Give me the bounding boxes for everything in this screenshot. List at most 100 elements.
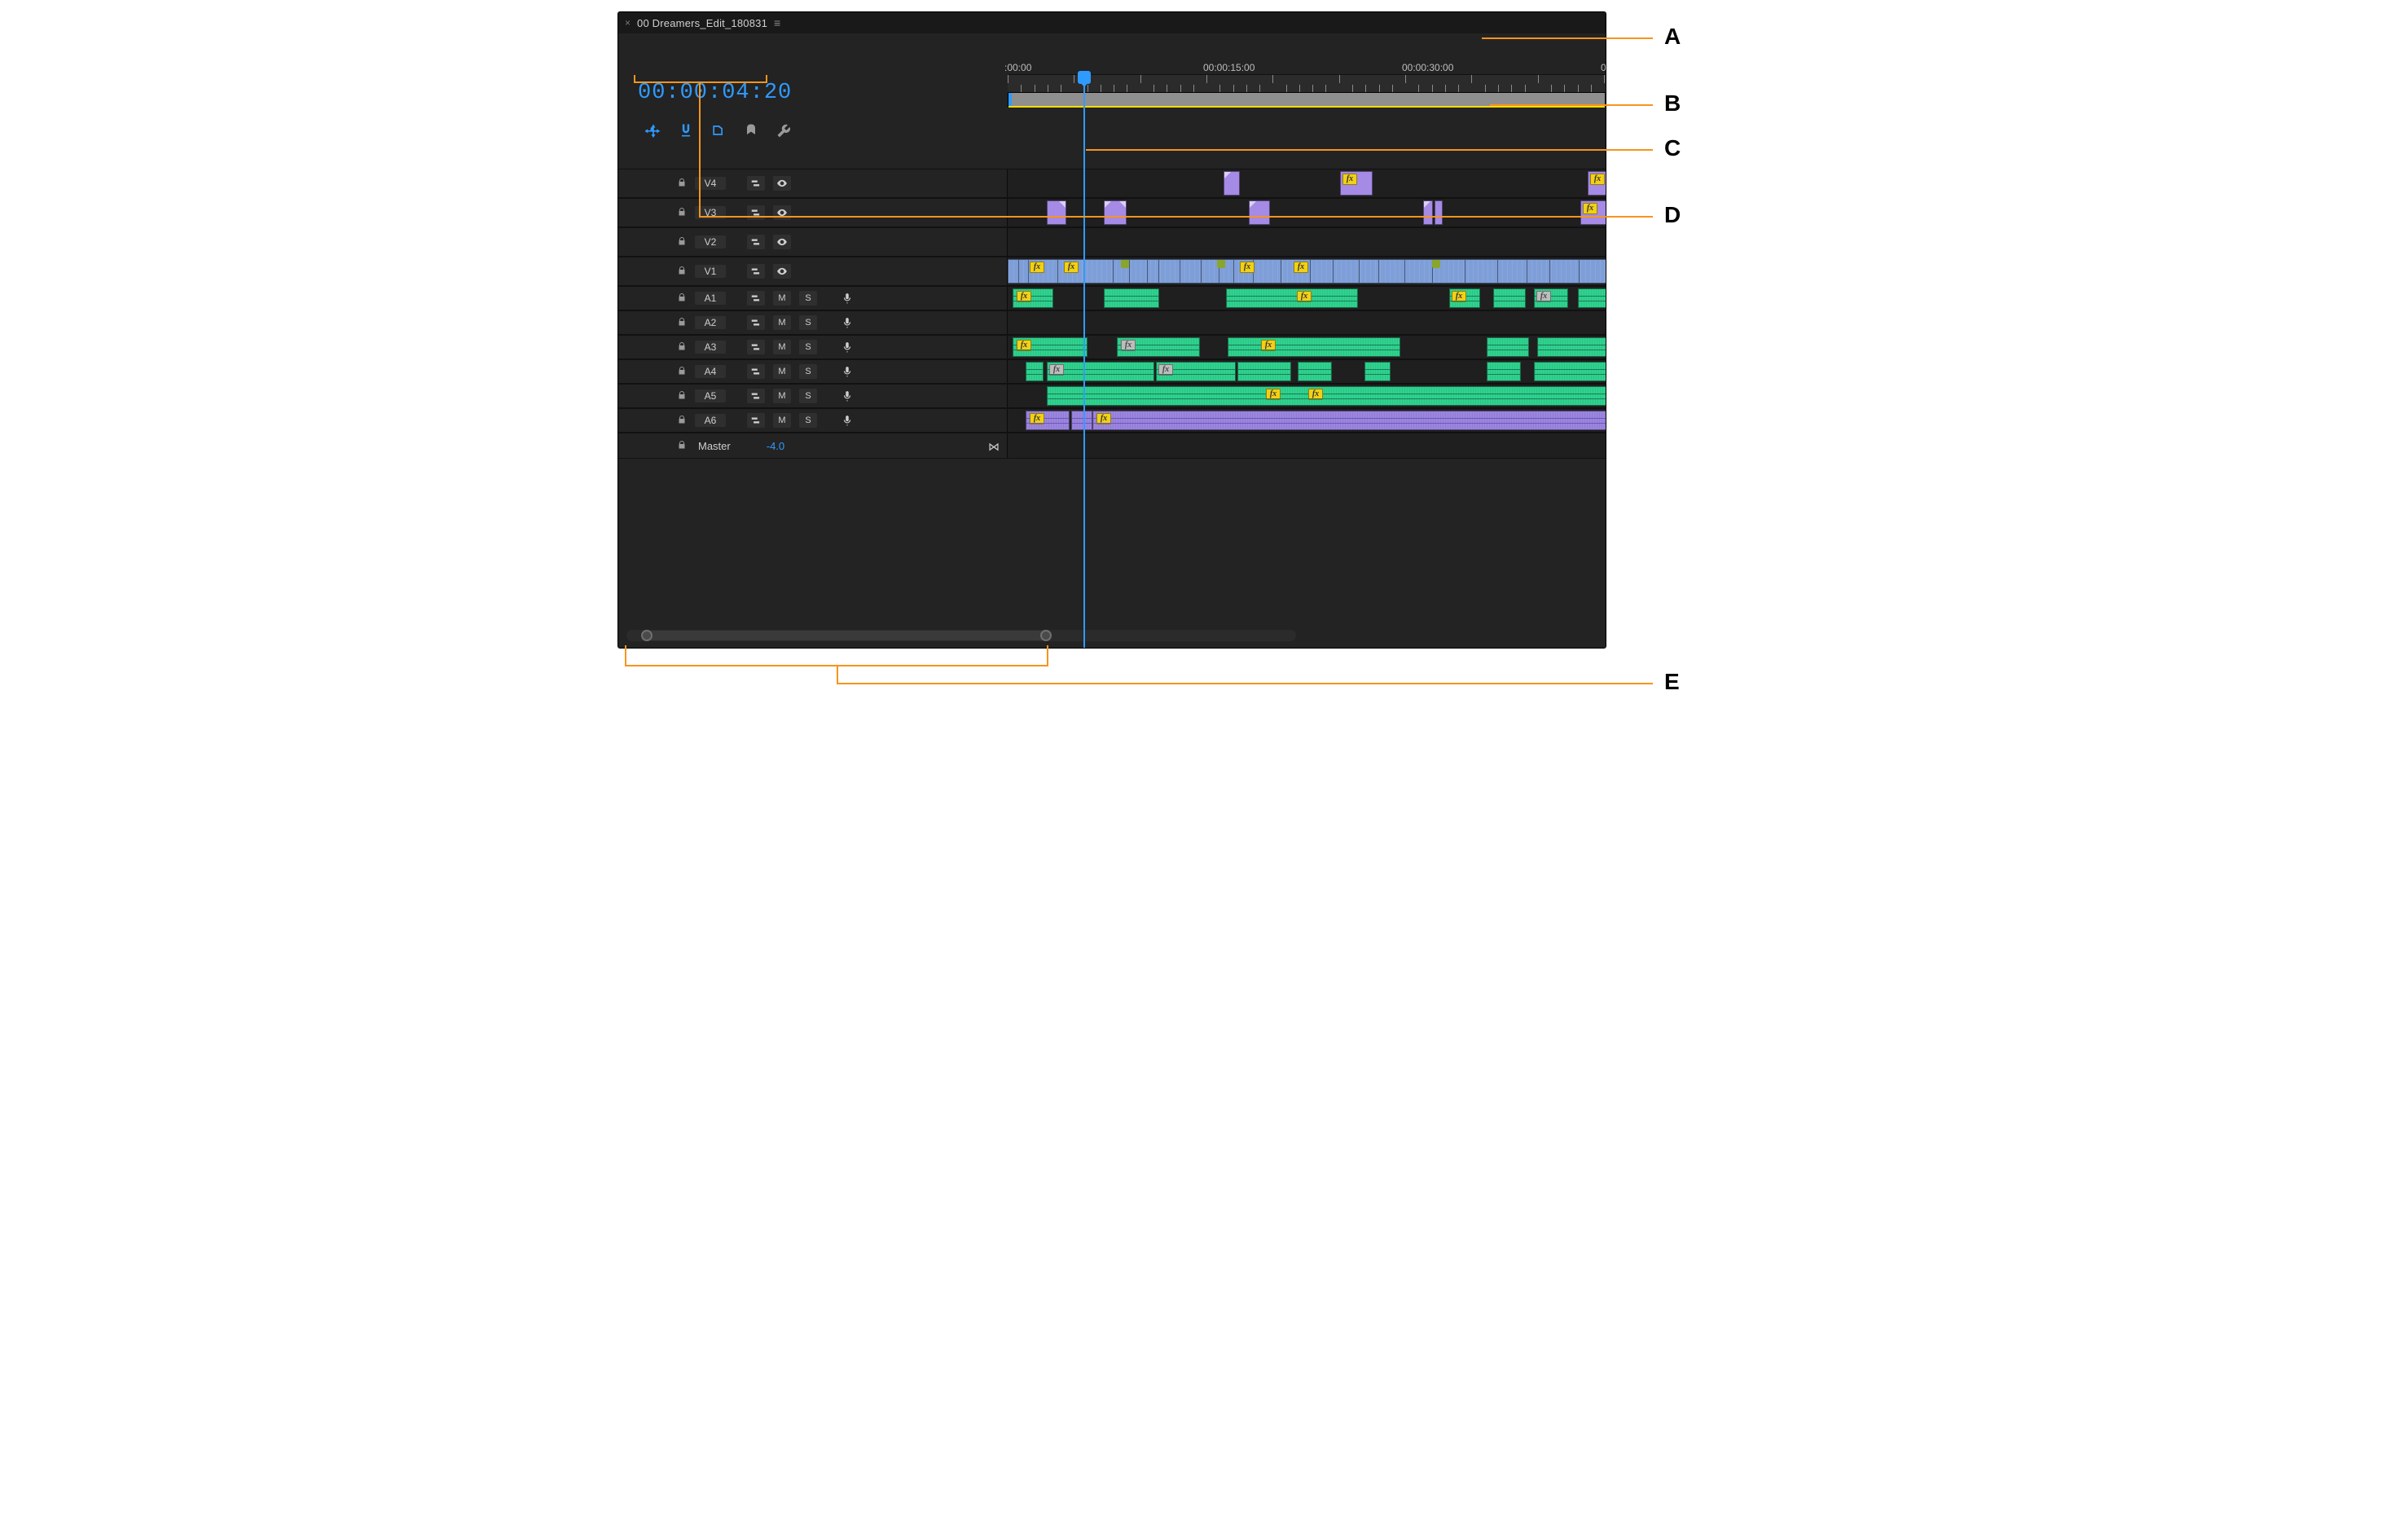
add-marker-icon[interactable] [742,121,760,139]
mute-button[interactable]: M [773,364,791,379]
lock-icon[interactable] [677,440,687,452]
solo-button[interactable]: S [799,291,817,306]
audio-clip[interactable] [1537,337,1606,357]
mute-button[interactable]: M [773,340,791,354]
solo-button[interactable]: S [799,413,817,428]
playhead-handle[interactable] [1078,71,1091,84]
track-header[interactable]: A1MS [618,287,1008,310]
collapse-icon[interactable]: ⋈ [988,440,1000,454]
lock-icon[interactable] [677,292,687,305]
time-ruler[interactable]: :00:0000:00:15:0000:00:30:0000:00:4 [1008,74,1606,94]
mute-button[interactable]: M [773,315,791,330]
voiceover-record-icon[interactable] [838,413,856,428]
video-clip[interactable] [1047,200,1066,225]
video-clip[interactable] [1435,200,1443,225]
video-clip[interactable] [1224,171,1240,196]
clip-marker-icon[interactable] [1217,259,1225,268]
track-header[interactable]: V3 [618,199,1008,227]
voiceover-record-icon[interactable] [838,315,856,330]
audio-clip[interactable] [1493,288,1526,308]
lock-icon[interactable] [677,317,687,329]
track-lane[interactable]: fxfx [1008,409,1606,432]
audio-clip[interactable]: fx [1013,337,1088,357]
sync-lock-icon[interactable] [747,291,765,306]
lock-icon[interactable] [677,415,687,427]
audio-clip[interactable]: fx [1534,288,1568,308]
track-header[interactable]: A5 MS [618,385,1008,407]
track-header[interactable]: Master-4.0 [618,433,1008,458]
audio-clip[interactable]: fx [1092,411,1606,430]
track-lane[interactable]: fx [1008,199,1606,227]
toggle-track-output-icon[interactable] [773,264,791,279]
voiceover-record-icon[interactable] [838,340,856,354]
solo-button[interactable]: S [799,315,817,330]
linked-selection-icon[interactable] [710,121,727,139]
sync-lock-icon[interactable] [747,205,765,220]
zoom-scrollbar[interactable] [626,630,1296,641]
mute-button[interactable]: M [773,389,791,403]
toggle-track-output-icon[interactable] [773,176,791,191]
track-header[interactable]: A3MS [618,336,1008,358]
video-clip[interactable]: fx [1580,200,1606,225]
track-name[interactable]: A6 [695,414,726,427]
track-lane[interactable]: fxfxfxfx [1008,287,1606,310]
mute-button[interactable]: M [773,413,791,428]
track-header[interactable]: V1 [618,257,1008,285]
sync-lock-icon[interactable] [747,389,765,403]
solo-button[interactable]: S [799,389,817,403]
track-lane[interactable]: fxfx [1008,360,1606,383]
track-header[interactable]: V2 [618,228,1008,256]
close-icon[interactable]: × [625,17,631,29]
track-name[interactable]: V4 [695,177,726,190]
track-name[interactable]: V3 [695,206,726,219]
sequence-tab-title[interactable]: 00 Dreamers_Edit_180831 [637,17,767,29]
work-area-bar[interactable] [1008,92,1606,107]
track-header[interactable]: A2 MS [618,311,1008,334]
sync-lock-icon[interactable] [747,413,765,428]
audio-clip[interactable]: fx [1047,362,1154,381]
voiceover-record-icon[interactable] [838,364,856,379]
audio-clip[interactable] [1298,362,1332,381]
audio-clip[interactable]: fxfx [1047,386,1606,406]
audio-clip[interactable]: fx [1449,288,1480,308]
sync-lock-icon[interactable] [747,364,765,379]
track-lane[interactable]: fxfx [1008,169,1606,197]
sync-lock-icon[interactable] [747,340,765,354]
audio-clip[interactable] [1487,362,1521,381]
video-clip[interactable]: fx [1340,171,1373,196]
video-clip[interactable] [1104,200,1127,225]
audio-clip[interactable] [1364,362,1391,381]
clip-marker-icon[interactable] [1121,259,1129,268]
lock-icon[interactable] [677,366,687,378]
lock-icon[interactable] [677,236,687,249]
track-name[interactable]: A2 [695,316,726,329]
track-name[interactable]: A4 [695,365,726,378]
playhead[interactable] [1083,73,1085,648]
mute-button[interactable]: M [773,291,791,306]
master-volume[interactable]: -4.0 [767,440,784,452]
settings-wrench-icon[interactable] [775,121,793,139]
video-clip[interactable] [1249,200,1270,225]
track-lane[interactable]: fxfx [1008,385,1606,407]
snap-icon[interactable] [677,121,695,139]
audio-clip[interactable] [1237,362,1291,381]
nest-icon[interactable] [644,121,662,139]
zoom-thumb[interactable] [644,631,1047,640]
sync-lock-icon[interactable] [747,315,765,330]
track-lane[interactable] [1008,228,1606,256]
video-clip[interactable]: fxfxfxfx [1008,259,1606,284]
sync-lock-icon[interactable] [747,176,765,191]
sync-lock-icon[interactable] [747,264,765,279]
audio-clip[interactable]: fx [1013,288,1053,308]
track-header[interactable]: A6 MS [618,409,1008,432]
audio-clip[interactable] [1026,362,1044,381]
track-header[interactable]: A4MS [618,360,1008,383]
track-name[interactable]: A5 [695,389,726,402]
lock-icon[interactable] [677,266,687,278]
solo-button[interactable]: S [799,340,817,354]
track-lane[interactable]: fxfxfx [1008,336,1606,358]
video-clip[interactable] [1423,200,1433,225]
lock-icon[interactable] [677,207,687,219]
current-timecode[interactable]: 00:00:04:20 [638,81,792,105]
track-name[interactable]: V2 [695,235,726,249]
